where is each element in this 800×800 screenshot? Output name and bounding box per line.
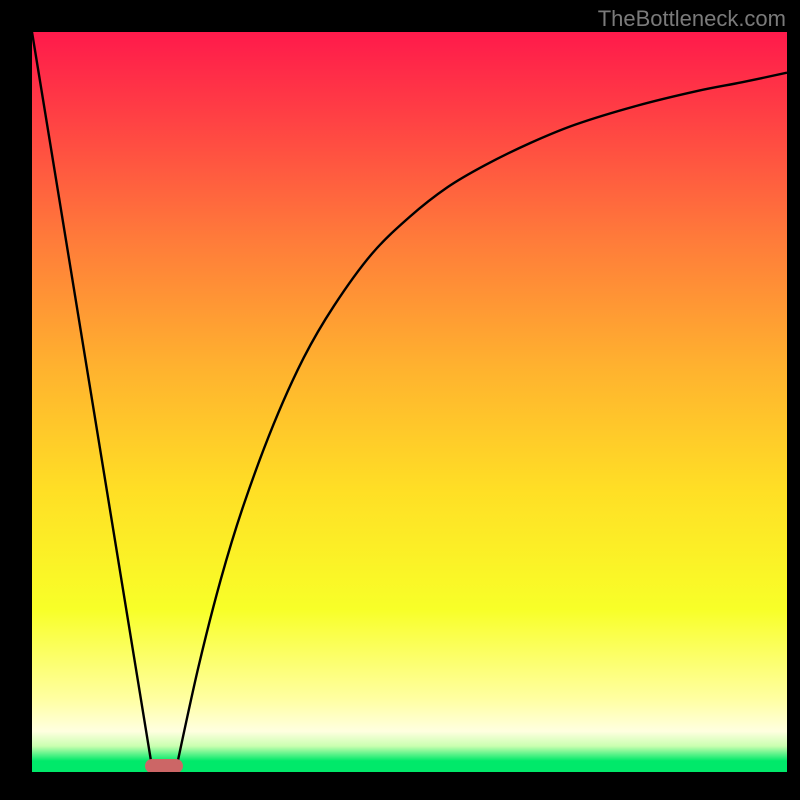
- left-line: [32, 32, 153, 772]
- plot-area: [32, 32, 787, 772]
- chart-frame: TheBottleneck.com: [0, 0, 800, 800]
- curve-layer: [32, 32, 787, 772]
- bottleneck-marker: [145, 759, 183, 772]
- right-curve: [175, 73, 787, 772]
- watermark-label: TheBottleneck.com: [598, 6, 786, 32]
